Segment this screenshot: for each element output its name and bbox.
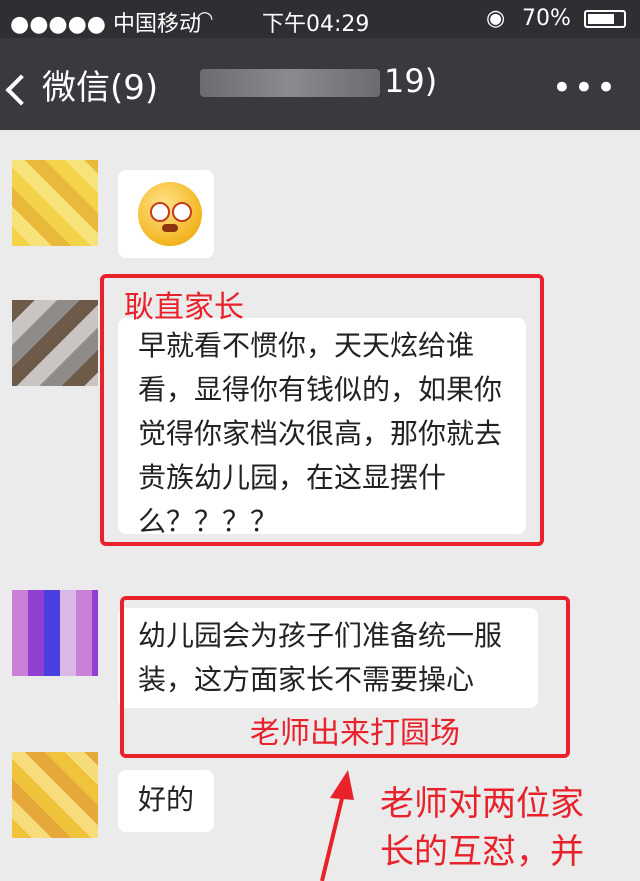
message-bubble[interactable]: 好的 — [118, 770, 214, 832]
blurred-group-name — [200, 69, 380, 97]
battery-percent: 70% — [522, 6, 571, 31]
chat-title: 19) — [200, 62, 437, 100]
arrow-up-icon — [320, 770, 354, 881]
clock: 下午04:29 — [262, 12, 370, 37]
annotation-label: 耿直家长 — [124, 290, 244, 325]
avatar[interactable] — [12, 590, 98, 676]
rotation-lock-icon: ◉ — [486, 6, 506, 31]
more-icon: ••• — [551, 68, 618, 108]
back-label: 微信(9) — [42, 68, 159, 108]
sticker-bubble[interactable] — [118, 170, 214, 258]
chat-title-suffix: 19) — [384, 62, 438, 100]
annotation-line: 老师对两位家 — [380, 784, 584, 824]
carrier-label: ●●●●● 中国移动 — [10, 12, 201, 37]
avatar[interactable] — [12, 752, 98, 838]
back-button[interactable]: 微信(9) — [5, 60, 159, 109]
status-bar: ●●●●● 中国移动 ◠ 下午04:29 ◉ 70% — [0, 0, 640, 38]
annotation-line: 长的互怼，并 — [380, 832, 584, 872]
chat-header: 微信(9) 19) ••• — [0, 38, 640, 130]
battery-icon — [584, 10, 626, 28]
avatar[interactable] — [12, 300, 98, 386]
annotation-label: 老师出来打圆场 — [250, 716, 460, 751]
avatar[interactable] — [12, 160, 98, 246]
annotation-note: 老师对两位家 长的互怼，并 — [380, 780, 584, 876]
angry-face-sticker-icon — [138, 182, 202, 246]
message-line: 好的 — [138, 783, 195, 816]
chevron-left-icon — [5, 73, 37, 106]
more-options-button[interactable]: ••• — [552, 68, 618, 108]
wifi-icon: ◠ — [196, 6, 214, 30]
